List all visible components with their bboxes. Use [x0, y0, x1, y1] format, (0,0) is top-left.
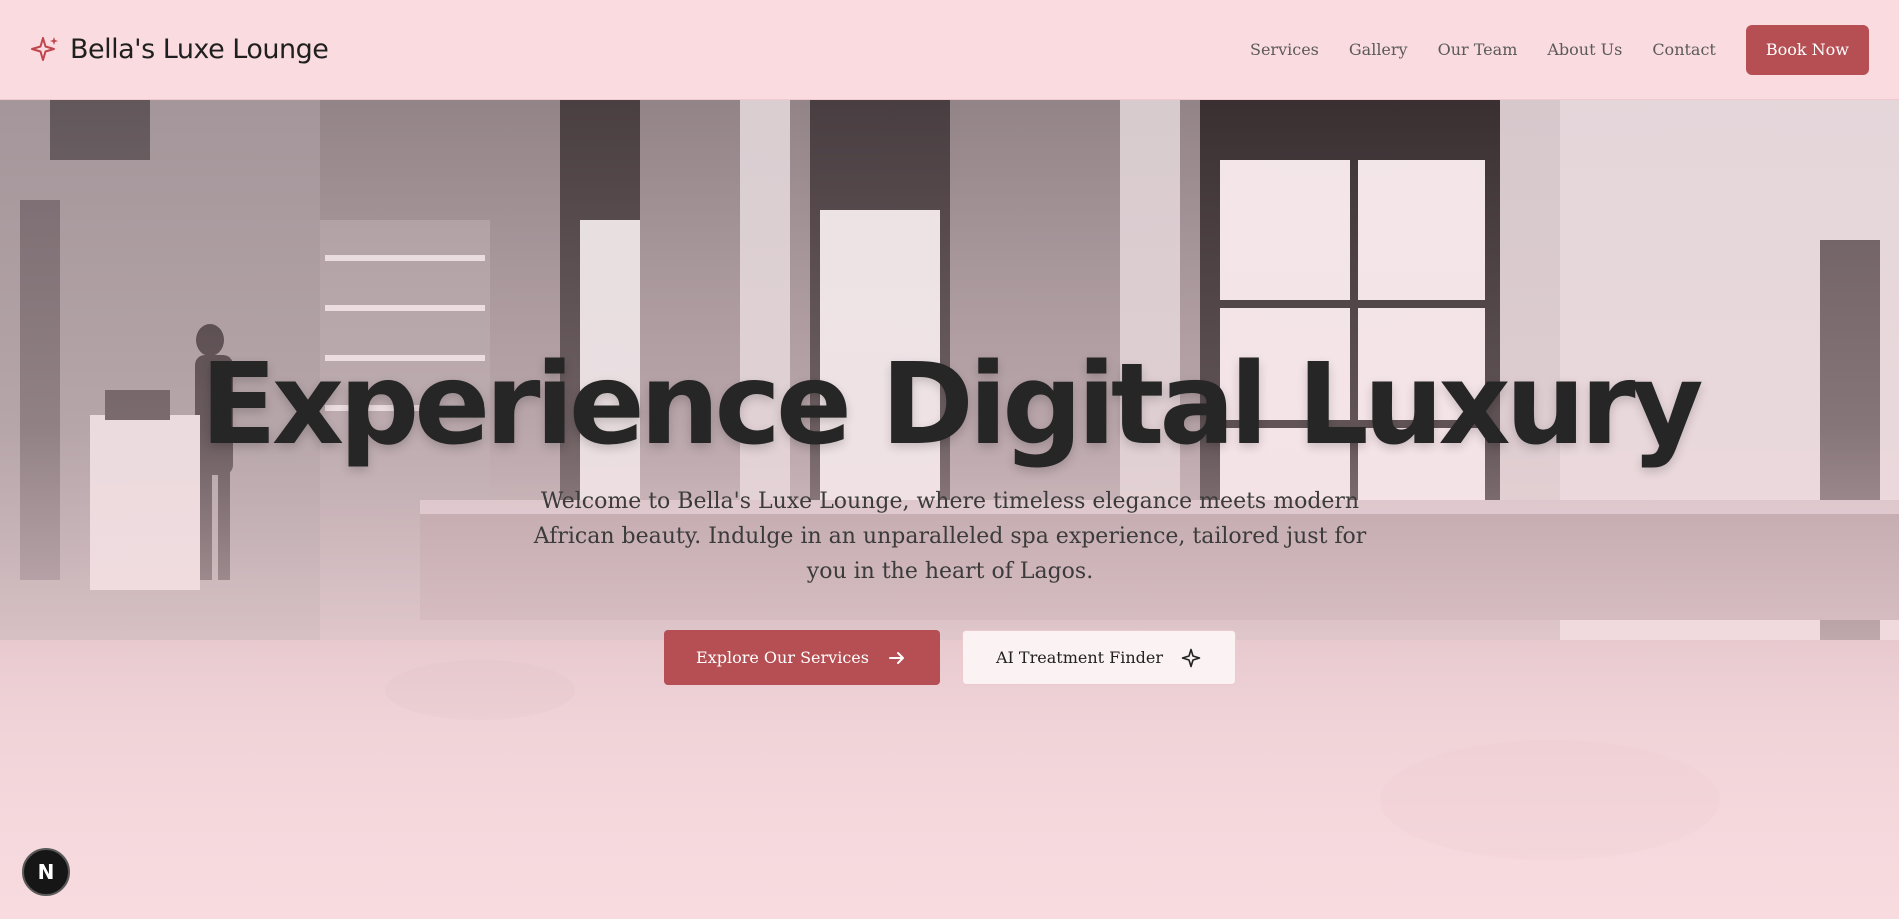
main-nav: Services Gallery Our Team About Us Conta…	[1220, 24, 1869, 75]
book-now-button[interactable]: Book Now	[1745, 24, 1869, 75]
site-header: Bella's Luxe Lounge Services Gallery Our…	[0, 0, 1899, 100]
nav-link-gallery[interactable]: Gallery	[1349, 40, 1408, 59]
framework-badge[interactable]: N	[22, 848, 70, 896]
hero-actions: Explore Our Services AI Treatment Finder	[0, 630, 1899, 685]
ai-treatment-finder-button[interactable]: AI Treatment Finder	[961, 630, 1236, 685]
sparkle-icon	[1181, 648, 1201, 668]
hero-section: Experience Digital Luxury Welcome to Bel…	[0, 100, 1899, 919]
explore-services-label: Explore Our Services	[696, 648, 869, 667]
brand-name: Bella's Luxe Lounge	[70, 34, 329, 65]
hero-title: Experience Digital Luxury	[200, 340, 1703, 470]
nav-link-our-team[interactable]: Our Team	[1438, 40, 1518, 59]
nav-link-contact[interactable]: Contact	[1652, 40, 1716, 59]
brand[interactable]: Bella's Luxe Lounge	[30, 34, 329, 65]
arrow-right-icon	[887, 648, 907, 668]
nav-link-about-us[interactable]: About Us	[1547, 40, 1622, 59]
ai-treatment-finder-label: AI Treatment Finder	[995, 648, 1164, 667]
explore-services-button[interactable]: Explore Our Services	[663, 630, 940, 685]
hero-subtitle: Welcome to Bella's Luxe Lounge, where ti…	[533, 489, 1367, 584]
nav-link-services[interactable]: Services	[1250, 40, 1319, 59]
sparkle-icon	[30, 35, 60, 65]
